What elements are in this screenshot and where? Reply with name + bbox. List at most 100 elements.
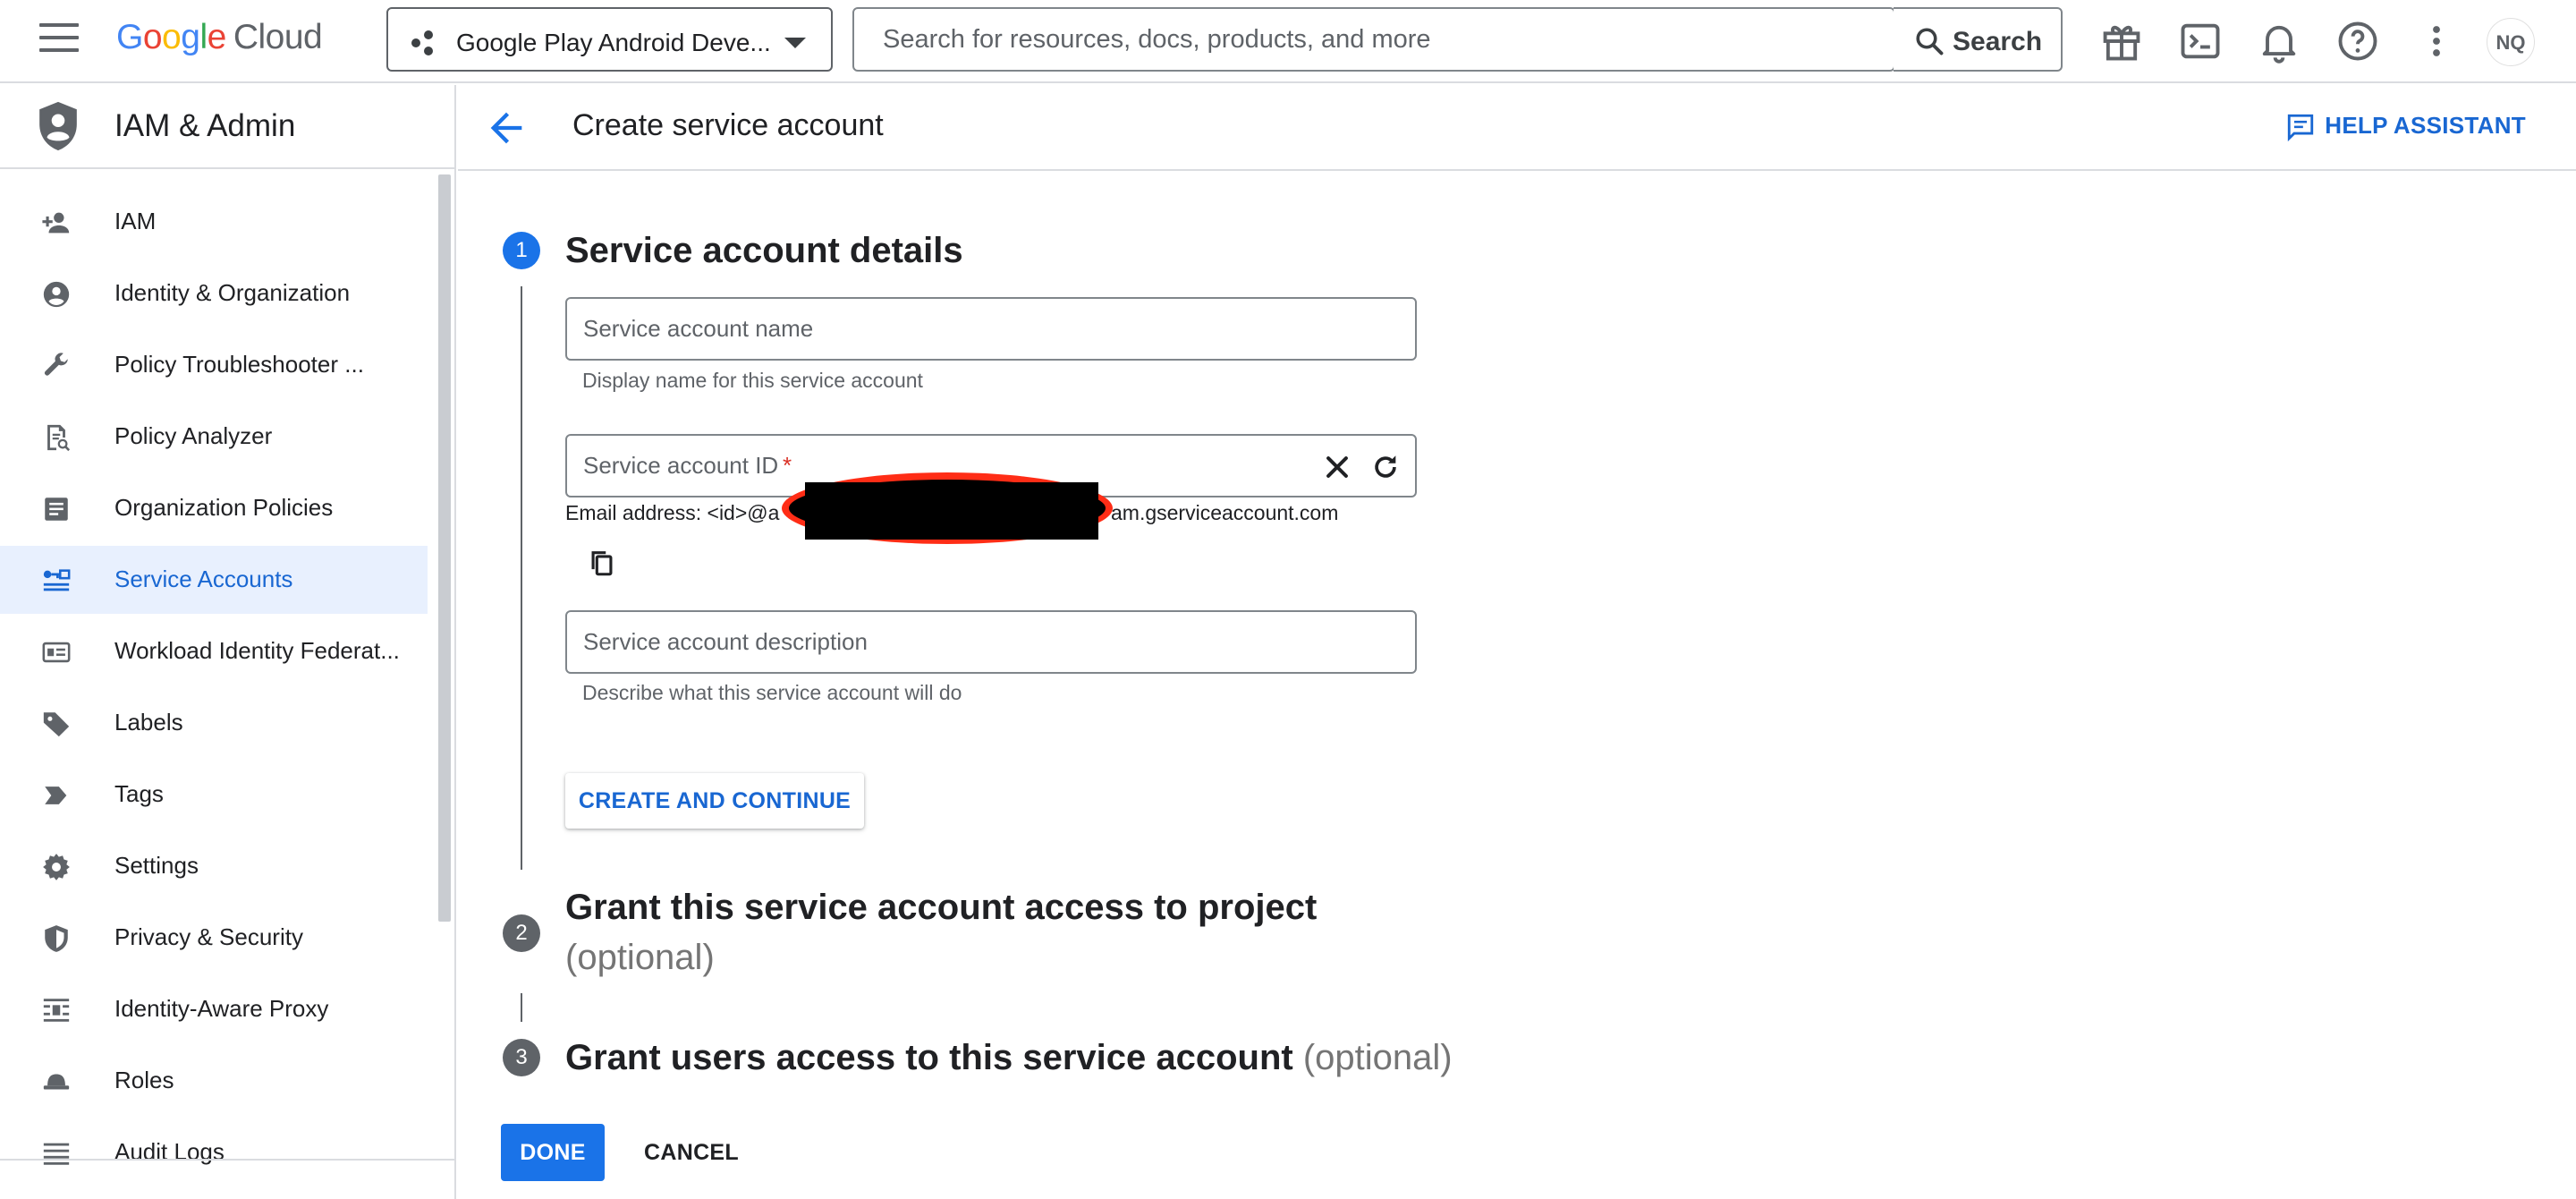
help-assistant-button[interactable]: HELP ASSISTANT: [2288, 112, 2526, 142]
back-arrow-icon[interactable]: [483, 105, 530, 151]
sidebar-item-privacy-security[interactable]: Privacy & Security: [0, 904, 428, 972]
bell-icon[interactable]: [2256, 18, 2302, 64]
service-account-description-field[interactable]: [565, 610, 1417, 674]
sidebar-item-label: Identity & Organization: [114, 279, 351, 306]
service-account-description-input[interactable]: [567, 612, 1415, 672]
sidebar-item-label: Identity-Aware Proxy: [114, 995, 329, 1022]
sidebar-item-label: Workload Identity Federat...: [114, 637, 400, 664]
sidebar-item-iam[interactable]: IAM: [0, 188, 428, 256]
sidebar-item-label: Organization Policies: [114, 494, 334, 521]
wrench-icon: [44, 353, 68, 376]
logo-letter: e: [207, 18, 227, 56]
page-title: Create service account: [572, 108, 884, 142]
search-button[interactable]: Search: [1894, 7, 2063, 72]
list-lines-icon: [43, 1143, 70, 1165]
project-picker[interactable]: Google Play Android Deve...: [386, 7, 833, 72]
chat-feedback-icon: [2288, 114, 2314, 142]
service-account-name-input[interactable]: [567, 299, 1415, 359]
sidebar-item-label: Policy Troubleshooter ...: [114, 351, 364, 378]
step-optional-label: (optional): [1302, 1038, 1453, 1077]
help-assistant-label: HELP ASSISTANT: [2325, 112, 2526, 139]
gift-icon[interactable]: [2098, 18, 2145, 64]
step-1-title[interactable]: Service account details: [565, 225, 963, 276]
create-and-continue-button[interactable]: CREATE AND CONTINUE: [565, 773, 864, 829]
account-circle-icon: [43, 281, 70, 308]
logo-letter: o: [162, 18, 182, 56]
id-card-icon: [42, 642, 71, 663]
sidebar-item-identity-organization[interactable]: Identity & Organization: [0, 259, 428, 327]
sidebar-item-tags[interactable]: Tags: [0, 761, 428, 829]
step-title-text: Grant users access to this service accou…: [565, 1038, 1293, 1077]
google-cloud-logo[interactable]: Google Cloud: [116, 18, 323, 57]
step-3-title[interactable]: Grant users access to this service accou…: [565, 1033, 1453, 1083]
logo-letter: o: [142, 18, 163, 56]
sidebar-item-audit-logs[interactable]: Audit Logs: [0, 1118, 428, 1186]
tag-chevron-icon: [45, 787, 67, 804]
more-vert-icon[interactable]: [2413, 18, 2460, 64]
sidebar-item-label: Roles: [114, 1067, 174, 1093]
person-add-icon: [42, 212, 70, 234]
refresh-icon[interactable]: [1370, 452, 1401, 482]
sidebar-item-identity-aware-proxy[interactable]: Identity-Aware Proxy: [0, 975, 428, 1043]
proxy-icon: [43, 999, 70, 1022]
sidebar-scrollbar[interactable]: [438, 174, 451, 922]
nav-title: IAM & Admin: [114, 108, 296, 143]
article-icon: [45, 497, 68, 521]
sidebar-item-policy-analyzer[interactable]: Policy Analyzer: [0, 403, 428, 471]
description-hint: Describe what this service account will …: [582, 681, 962, 704]
step-connector: [521, 286, 522, 870]
step-1-indicator: 1: [503, 232, 540, 269]
redaction-block: [805, 482, 1098, 540]
nav-header: IAM & Admin: [0, 85, 454, 169]
sidebar-item-label: IAM: [114, 208, 157, 234]
terminal-icon[interactable]: [2177, 18, 2224, 64]
copy-icon[interactable]: [587, 548, 617, 578]
sidebar-item-label: Tags: [114, 780, 164, 807]
sidebar-item-label: Labels: [114, 709, 183, 736]
label-tag-icon: [43, 712, 70, 737]
search-box[interactable]: [852, 7, 1895, 72]
top-bar: Google Cloud Google Play Android Deve... …: [0, 0, 2576, 83]
sidebar-item-roles[interactable]: Roles: [0, 1047, 428, 1115]
iam-shield-icon: [39, 101, 77, 151]
sidebar-item-label: Service Accounts: [114, 565, 293, 592]
help-circle-icon[interactable]: [2334, 18, 2381, 64]
service-account-icon: [43, 569, 71, 591]
sidebar-item-policy-troubleshooter[interactable]: Policy Troubleshooter ...: [0, 331, 428, 399]
logo-letter: g: [181, 18, 200, 56]
email-suffix: am.gserviceaccount.com: [1111, 501, 1339, 524]
service-account-name-field[interactable]: [565, 297, 1417, 361]
search-icon: [1916, 28, 1944, 55]
done-button[interactable]: DONE: [501, 1124, 605, 1181]
search-input[interactable]: [854, 9, 1894, 70]
logo-letter: l: [199, 18, 208, 56]
name-hint: Display name for this service account: [582, 369, 923, 392]
nav-divider: [0, 1159, 454, 1161]
sidebar-item-organization-policies[interactable]: Organization Policies: [0, 474, 428, 542]
step-title-text: Grant this service account access to pro…: [565, 888, 1318, 927]
cancel-button[interactable]: CANCEL: [626, 1124, 757, 1181]
sidebar-item-service-accounts[interactable]: Service Accounts: [0, 546, 428, 614]
step-optional-label: (optional): [565, 938, 715, 977]
project-dots-icon: [411, 30, 436, 55]
project-name: Google Play Android Deve...: [456, 29, 771, 56]
clear-icon[interactable]: [1322, 452, 1352, 482]
email-prefix: Email address: <id>@a: [565, 501, 780, 524]
logo-letter: G: [116, 18, 143, 56]
step-2-indicator: 2: [503, 914, 540, 952]
step-connector: [521, 993, 522, 1022]
sidebar-item-label: Policy Analyzer: [114, 422, 273, 449]
step-title-text: Service account details: [565, 231, 963, 270]
sidebar-item-label: Privacy & Security: [114, 923, 303, 950]
menu-icon[interactable]: [39, 23, 79, 59]
step-2-title[interactable]: Grant this service account access to pro…: [565, 882, 1370, 982]
avatar[interactable]: NQ: [2487, 18, 2535, 66]
sidebar-item-labels[interactable]: Labels: [0, 689, 428, 757]
required-asterisk: *: [783, 452, 792, 479]
chevron-down-icon: [784, 38, 806, 48]
sidebar-item-workload-identity-federation[interactable]: Workload Identity Federat...: [0, 617, 428, 685]
logo-suffix: Cloud: [233, 18, 323, 56]
sidebar-item-settings[interactable]: Settings: [0, 832, 428, 900]
step-3-indicator: 3: [503, 1039, 540, 1076]
sidebar-item-label: Audit Logs: [114, 1138, 225, 1165]
